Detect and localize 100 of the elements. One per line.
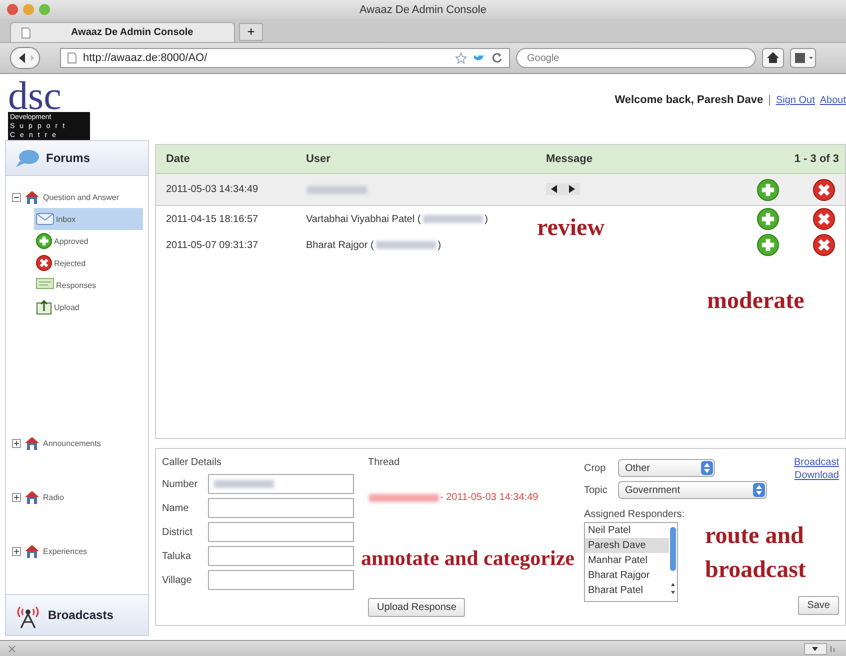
annotation-text: broadcast	[705, 558, 806, 582]
tree-item[interactable]: Inbox	[34, 208, 143, 230]
browser-tab[interactable]: Awaaz De Admin Console	[10, 22, 235, 42]
collapse-icon[interactable]	[12, 192, 21, 202]
approve-button[interactable]	[757, 178, 779, 200]
page-icon	[67, 52, 77, 64]
thread-entry[interactable]: - 2011-05-03 14:34:49	[440, 492, 538, 503]
tree-item[interactable]: Approved	[34, 230, 143, 252]
play-icon	[568, 185, 576, 193]
tree-item[interactable]: Upload	[34, 296, 143, 318]
input-field[interactable]	[208, 498, 354, 518]
star-icon	[455, 52, 467, 64]
annotation-text: moderate	[707, 289, 804, 313]
separator: |	[768, 94, 771, 106]
house-icon	[24, 436, 40, 450]
annotation-text: route and	[705, 524, 804, 548]
link[interactable]: Broadcast	[794, 457, 839, 468]
expand-icon[interactable]	[12, 546, 21, 556]
tree-item[interactable]: Announcements	[43, 438, 101, 448]
upload-response-button[interactable]: Upload Response	[368, 598, 466, 617]
field-label: Assigned Responders:	[584, 509, 686, 520]
responder-list[interactable]: Neil Patel Paresh Dave Manhar Patel Bharat Rajgor Bharat Patel	[584, 522, 678, 602]
field-label: Crop	[584, 462, 607, 474]
reject-button[interactable]	[813, 234, 835, 256]
reload-icon	[491, 52, 503, 64]
save-button[interactable]: Save	[798, 596, 839, 615]
reject-button[interactable]	[813, 178, 835, 200]
table-cell: Bharat Rajgor (	[306, 240, 374, 250]
add-icon	[36, 233, 52, 249]
stepper-icon	[700, 461, 713, 475]
input-field[interactable]	[208, 522, 354, 542]
field-label: Number	[162, 478, 199, 490]
approve-button[interactable]	[757, 208, 779, 230]
rewind-icon	[550, 185, 558, 193]
header-link[interactable]: Sign Out	[776, 95, 815, 106]
page-count: 1 - 3 of 3	[793, 153, 840, 165]
dropdown[interactable]: Other	[618, 459, 715, 477]
house-icon	[24, 490, 40, 504]
field-label: District	[162, 526, 194, 538]
window-control-icon[interactable]	[7, 4, 18, 15]
logo-text: dsc	[8, 80, 62, 112]
address-bar[interactable]: http://awaaz.de:8000/AO/	[60, 48, 510, 68]
table-cell: )	[438, 240, 442, 250]
house-icon	[24, 544, 40, 558]
tree-item[interactable]: Rejected	[34, 252, 143, 274]
tree-item[interactable]: Experiences	[43, 546, 88, 556]
home-icon	[762, 48, 784, 68]
field-label: Taluka	[162, 550, 192, 562]
header-link[interactable]: About	[820, 95, 846, 106]
redacted-text	[368, 494, 439, 502]
search-field[interactable]: Google	[516, 48, 756, 68]
list-item[interactable]: Neil Patel	[584, 523, 669, 538]
list-item[interactable]: Bharat Rajgor	[584, 568, 669, 583]
column-header: Date	[164, 153, 191, 165]
house-icon	[24, 190, 40, 204]
stepper-icon	[752, 483, 765, 497]
list-item[interactable]: Paresh Dave	[584, 538, 669, 553]
new-tab-button[interactable]: +	[239, 23, 263, 41]
table-cell-text: 2011-05-07 09:31:37	[164, 240, 260, 250]
table-cell-text: 2011-04-15 18:16:57	[164, 214, 260, 224]
section-title: Thread	[368, 457, 401, 468]
close-icon	[8, 644, 16, 652]
table-cell: Vartabhai Viyabhai Patel (	[306, 214, 421, 224]
reject-button[interactable]	[813, 208, 835, 230]
welcome-text: Welcome back, Paresh Dave	[614, 94, 764, 106]
bird-icon	[473, 53, 485, 63]
list-item[interactable]: Bharat Patel	[584, 583, 669, 598]
sidebar-header[interactable]: Forums	[6, 141, 148, 176]
tree-item[interactable]: Responses	[34, 274, 143, 296]
close-icon	[36, 255, 52, 271]
sidebar-header[interactable]: Broadcasts	[6, 594, 148, 635]
speech-bubble-icon	[14, 148, 40, 168]
dropdown[interactable]: Government	[618, 481, 767, 499]
window-title: Awaaz De Admin Console	[360, 4, 486, 16]
back-icon	[10, 47, 40, 69]
list-item[interactable]: Manhar Patel	[584, 553, 669, 568]
input-field[interactable]	[208, 546, 354, 566]
field-label: Village	[162, 574, 193, 586]
page-icon	[21, 26, 31, 38]
input-field[interactable]	[208, 474, 354, 494]
audio-player[interactable]	[546, 183, 580, 195]
input-field[interactable]	[208, 570, 354, 590]
table-cell: )	[484, 214, 488, 224]
expand-icon[interactable]	[12, 492, 21, 502]
field-label: Topic	[584, 484, 608, 496]
column-header: User	[306, 153, 332, 165]
tree-item[interactable]: Question and Answer	[43, 192, 120, 202]
url-text: http://awaaz.de:8000/AO/	[83, 52, 208, 64]
envelope-icon	[36, 213, 54, 225]
chat-icon	[36, 278, 54, 292]
link[interactable]: Download	[794, 470, 839, 481]
annotation-text: review	[537, 216, 605, 240]
approve-button[interactable]	[757, 234, 779, 256]
upload-icon	[36, 299, 52, 315]
bookmarks-icon	[790, 48, 816, 68]
tree-item[interactable]: Radio	[43, 492, 64, 502]
tab-title: Awaaz De Admin Console	[71, 27, 194, 38]
annotation-text: annotate and categorize	[361, 548, 574, 569]
expand-icon[interactable]	[12, 438, 21, 448]
table-cell-text: 2011-05-03 14:34:49	[164, 184, 260, 195]
